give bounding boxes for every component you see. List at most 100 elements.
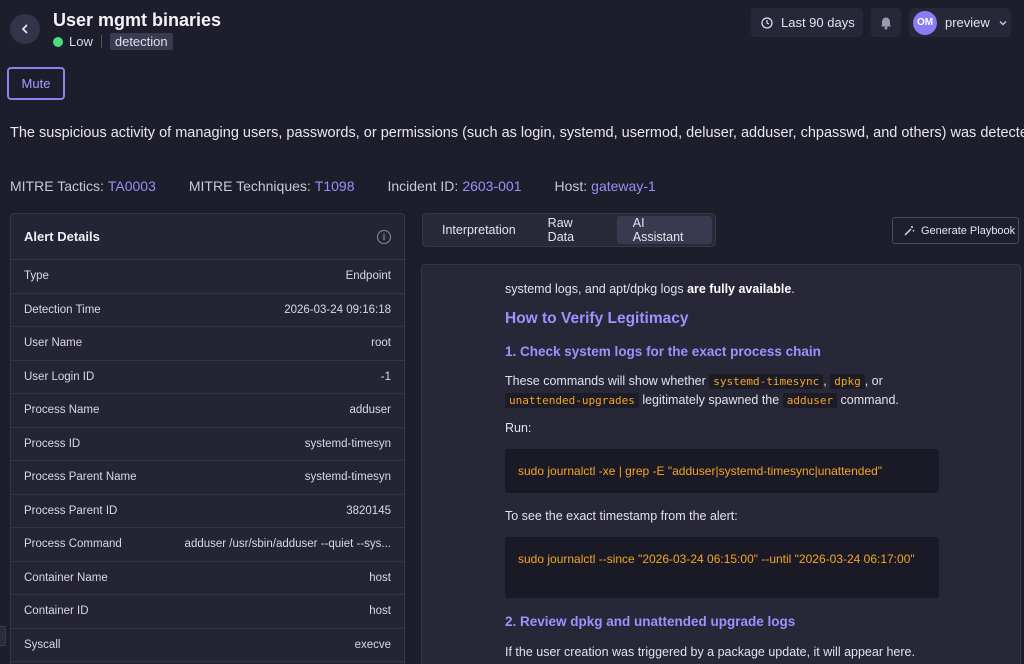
code-block[interactable]: sudo journalctl --since "2026-03-24 06:1…: [505, 537, 939, 598]
techniques-link[interactable]: T1098: [315, 178, 355, 194]
table-row: User Name root: [11, 327, 404, 361]
row-key: Syscall: [24, 638, 61, 651]
row-key: Process ID: [24, 437, 81, 450]
row-value: execve: [354, 638, 391, 651]
row-key: User Login ID: [24, 370, 95, 383]
bold-text: are fully available: [687, 282, 792, 296]
incident-id-link[interactable]: 2603-001: [462, 178, 521, 194]
page-title: User mgmt binaries: [53, 10, 222, 30]
details-table: Type Endpoint Detection Time 2026-03-24 09…: [11, 260, 404, 662]
row-value: root: [371, 337, 391, 350]
row-key: Container Name: [24, 571, 108, 584]
generate-playbook-label: Generate Playbook: [921, 224, 1016, 237]
severity-row: Low detection: [53, 33, 173, 50]
text: These commands will show whether: [505, 374, 706, 388]
time-range-button[interactable]: Last 90 days: [751, 8, 863, 37]
info-icon[interactable]: i: [377, 229, 391, 244]
heading-step1: 1. Check system logs for the exact proce…: [505, 344, 821, 359]
meta-techniques: MITRE Techniques: T1098: [189, 178, 355, 194]
avatar: OM: [913, 10, 937, 35]
generate-playbook-button[interactable]: Generate Playbook: [892, 217, 1019, 244]
meta-label: MITRE Techniques:: [188, 178, 311, 194]
row-value: 3820145: [346, 504, 391, 517]
text: ,: [823, 374, 827, 388]
text: command.: [840, 393, 899, 407]
ai-paragraph: These commands will show whether systemd…: [505, 372, 925, 410]
header: User mgmt binaries Low detection Last 90…: [0, 0, 1024, 56]
bell-icon: [881, 17, 891, 30]
host-link[interactable]: gateway-1: [591, 178, 656, 194]
tab-ai-assistant[interactable]: AI Assistant: [616, 216, 712, 244]
row-key: Detection Time: [24, 303, 101, 316]
tab-interpretation[interactable]: Interpretation: [426, 216, 532, 244]
row-key: Container ID: [24, 605, 89, 618]
incident-description: The suspicious activity of managing user…: [10, 125, 1024, 141]
clock-icon: [761, 16, 773, 29]
table-row: Process Parent ID 3820145: [11, 495, 404, 528]
user-name: preview: [945, 15, 990, 30]
run-label: Run:: [505, 421, 532, 435]
detail-tabs: Interpretation Raw Data AI Assistant: [422, 213, 716, 247]
text: .: [791, 282, 795, 296]
chevron-left-icon: [21, 24, 28, 34]
card-title: Alert Details: [24, 229, 100, 244]
meta-host: Host: gateway-1: [554, 178, 655, 194]
row-value: 2026-03-24 09:16:18: [284, 303, 391, 316]
meta-label: MITRE Tactics:: [10, 178, 104, 194]
text: , or: [864, 374, 883, 388]
row-value: -1: [380, 370, 391, 383]
incident-meta: MITRE Tactics: TA0003 MITRE Techniques: T1…: [10, 178, 689, 194]
tactics-link[interactable]: TA0003: [108, 178, 156, 194]
inline-code: unattended-upgrades: [505, 393, 639, 408]
alert-details-card: Alert Details i Type Endpoint Detection T…: [10, 213, 405, 664]
mute-button[interactable]: Mute: [7, 67, 65, 100]
tab-raw-data[interactable]: Raw Data: [532, 216, 617, 244]
row-value: host: [369, 571, 391, 584]
severity-label: Low: [69, 34, 93, 49]
text: legitimately spawned the: [642, 393, 780, 407]
table-row: Process Command adduser /usr/sbin/adduser…: [11, 528, 404, 562]
ai-assistant-panel: systemd logs, and apt/dpkg logs are full…: [421, 264, 1021, 664]
row-value: host: [369, 605, 391, 618]
heading-verify: How to Verify Legitimacy: [505, 310, 689, 327]
inline-code: dpkg: [830, 374, 865, 389]
ai-paragraph: If the user creation was triggered by a …: [505, 645, 915, 659]
row-key: Process Name: [24, 404, 100, 417]
inline-code: systemd-timesync: [709, 374, 824, 389]
heading-step2: 2. Review dpkg and unattended upgrade lo…: [505, 614, 796, 629]
divider: [100, 35, 102, 48]
meta-tactics: MITRE Tactics: TA0003: [10, 178, 156, 194]
notifications-button[interactable]: [871, 8, 901, 37]
ai-paragraph: To see the exact timestamp from the aler…: [505, 509, 738, 523]
meta-label: Host:: [554, 178, 588, 194]
row-key: Process Parent ID: [24, 504, 118, 517]
chevron-down-icon: [999, 20, 1007, 25]
row-value: adduser: [349, 404, 391, 417]
table-row: Syscall execve: [11, 629, 404, 662]
table-row: Process Parent Name systemd-timesyn: [11, 461, 404, 495]
table-row: Process ID systemd-timesyn: [11, 428, 404, 461]
ai-paragraph: systemd logs, and apt/dpkg logs are full…: [505, 280, 795, 298]
user-menu-button[interactable]: OM preview: [909, 8, 1011, 37]
row-key: Type: [24, 270, 49, 283]
table-row: User Login ID -1: [11, 361, 404, 394]
severity-dot-icon: [53, 36, 63, 47]
meta-incident-id: Incident ID: 2603-001: [387, 178, 521, 194]
text: systemd logs, and apt/dpkg logs: [505, 282, 688, 296]
table-row: Container Name host: [11, 562, 404, 595]
code-block[interactable]: sudo journalctl -xe | grep -E "adduser|s…: [505, 449, 939, 493]
row-value: Endpoint: [345, 270, 391, 283]
back-button[interactable]: [10, 14, 40, 44]
side-drawer-handle[interactable]: [0, 626, 6, 646]
table-row: Process Name adduser: [11, 394, 404, 428]
row-key: Process Command: [24, 538, 122, 551]
row-value: adduser /usr/sbin/adduser --quiet --sys.…: [184, 538, 391, 551]
detection-tag: detection: [109, 33, 173, 50]
row-key: Process Parent Name: [24, 471, 137, 484]
time-range-label: Last 90 days: [781, 15, 855, 30]
meta-label: Incident ID:: [387, 178, 459, 194]
row-key: User Name: [24, 337, 83, 350]
inline-code: adduser: [782, 393, 838, 408]
row-value: systemd-timesyn: [304, 437, 391, 450]
table-row: Detection Time 2026-03-24 09:16:18: [11, 294, 404, 327]
